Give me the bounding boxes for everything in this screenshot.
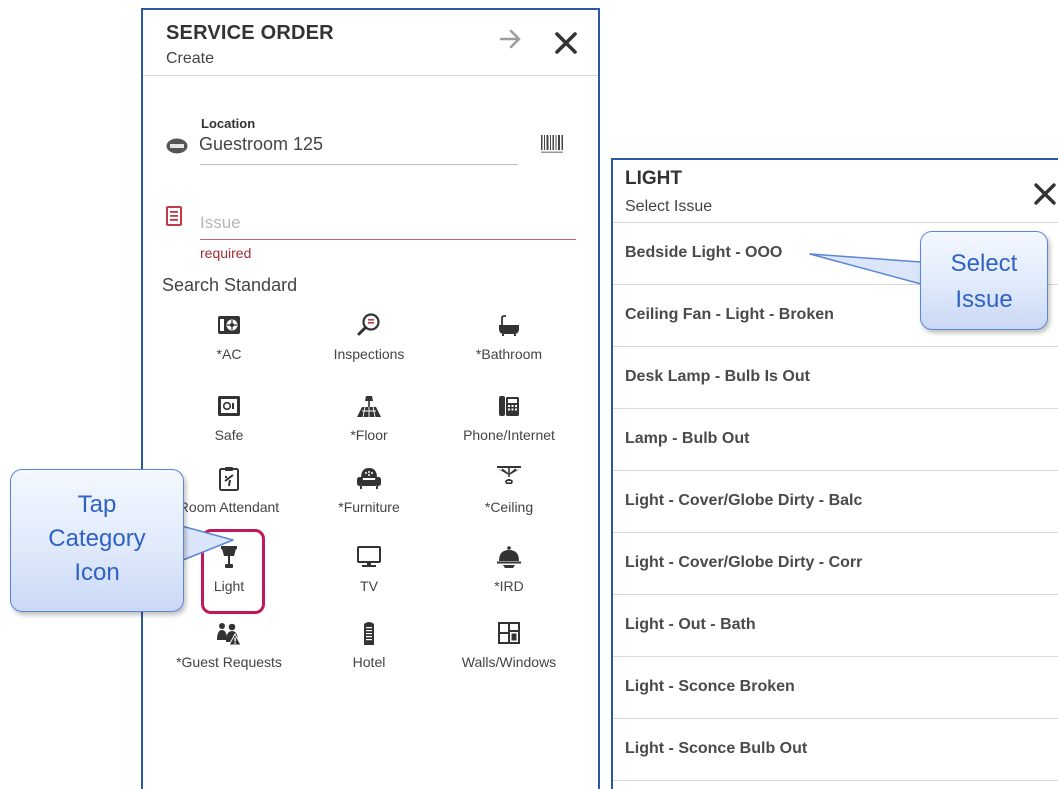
category-tv[interactable]: TV xyxy=(304,544,434,606)
document-icon xyxy=(166,206,182,226)
ac-unit-icon xyxy=(218,316,240,334)
category-label: Inspections xyxy=(333,346,405,362)
phone-icon xyxy=(499,396,519,416)
window-icon xyxy=(498,622,520,644)
tap-category-callout: Tap Category Icon xyxy=(10,469,184,612)
issue-label: Light - Cover/Globe Dirty - Corr xyxy=(625,554,863,571)
category-label: TV xyxy=(360,578,378,594)
page-title: SERVICE ORDER xyxy=(166,22,334,44)
category-label: Walls/Windows xyxy=(461,654,557,670)
issue-list-item[interactable]: Desk Lamp - Bulb Is Out xyxy=(613,347,1058,409)
category-hotel[interactable]: Hotel xyxy=(304,620,434,682)
callout-line: Tap xyxy=(77,491,117,518)
callout-line: Issue xyxy=(955,286,1013,313)
ceiling-fan-icon xyxy=(497,466,521,484)
category-walls-windows[interactable]: Walls/Windows xyxy=(444,620,574,682)
tv-icon xyxy=(357,546,381,567)
category-floor[interactable]: *Floor xyxy=(304,393,434,455)
issue-list-item[interactable]: Light - Cover/Globe Dirty - Corr xyxy=(613,533,1058,595)
issue-label: Lamp - Bulb Out xyxy=(625,430,750,447)
category-ac[interactable]: *AC xyxy=(164,312,294,374)
category-label: Phone/Internet xyxy=(463,427,555,443)
issue-list-item[interactable]: Light - Sconce Broken xyxy=(613,657,1058,719)
bathtub-icon xyxy=(499,315,519,336)
category-label: *Floor xyxy=(350,427,388,443)
category-label: *AC xyxy=(216,346,242,362)
category-inspections[interactable]: Inspections xyxy=(304,312,434,374)
category-label: Safe xyxy=(214,427,244,443)
category-label: *Ceiling xyxy=(484,499,534,515)
location-value[interactable]: Guestroom 125 xyxy=(199,134,323,155)
arrow-right-icon[interactable] xyxy=(498,26,524,52)
location-underline xyxy=(200,164,518,165)
select-issue-callout: Select Issue xyxy=(920,231,1048,330)
light-category-highlight xyxy=(201,529,265,614)
category-furniture[interactable]: *Furniture xyxy=(304,465,434,527)
service-order-panel: SERVICE ORDER Create Location Guestroom … xyxy=(141,8,600,789)
panel-subtitle: Select Issue xyxy=(625,198,713,215)
issue-list-item[interactable]: Light - Cover/Globe Dirty - Balc xyxy=(613,471,1058,533)
category-guest-requests[interactable]: *Guest Requests xyxy=(164,620,294,682)
barcode-icon[interactable] xyxy=(540,133,565,155)
category-safe[interactable]: Safe xyxy=(164,393,294,455)
location-label: Location xyxy=(201,116,256,131)
category-label: Hotel xyxy=(352,654,386,670)
required-error-text: required xyxy=(200,245,252,261)
category-label: *Guest Requests xyxy=(176,654,282,670)
cloche-icon xyxy=(497,546,521,568)
issue-label: Bedside Light - OOO xyxy=(625,244,783,261)
callout-line: Select xyxy=(950,250,1018,277)
search-standard-label: Search Standard xyxy=(162,275,298,295)
category-label: *Bathroom xyxy=(475,346,543,362)
issue-label: Light - Sconce Broken xyxy=(625,678,795,695)
issue-label: Desk Lamp - Bulb Is Out xyxy=(625,368,810,385)
callout-line: Icon xyxy=(74,559,120,586)
hotel-building-icon xyxy=(364,622,374,645)
issue-input[interactable] xyxy=(200,206,576,240)
issue-label: Light - Sconce Bulb Out xyxy=(625,740,808,757)
category-ceiling[interactable]: *Ceiling xyxy=(444,465,574,527)
close-icon[interactable] xyxy=(553,30,579,56)
issue-label: Light - Cover/Globe Dirty - Balc xyxy=(625,492,863,509)
service-order-header: SERVICE ORDER Create xyxy=(143,10,598,76)
guests-icon xyxy=(217,623,242,646)
category-label: *IRD xyxy=(494,578,524,594)
category-ird[interactable]: *IRD xyxy=(444,544,574,606)
issue-label: Light - Out - Bath xyxy=(625,616,756,633)
page-subtitle: Create xyxy=(166,50,215,67)
clipboard-icon xyxy=(219,467,239,491)
category-bathroom[interactable]: *Bathroom xyxy=(444,312,574,374)
issue-list-item[interactable]: Light - Out - Bath xyxy=(613,595,1058,657)
armchair-icon xyxy=(357,468,381,489)
issue-list-item[interactable]: Lamp - Bulb Out xyxy=(613,409,1058,471)
callout-line: Category xyxy=(48,525,146,552)
floor-lamp-icon xyxy=(357,396,381,418)
issue-list-item[interactable]: Light - Sconce Bulb Out xyxy=(613,719,1058,781)
category-label: *Furniture xyxy=(338,499,400,515)
select-issue-header: LIGHT Select Issue xyxy=(613,160,1058,223)
magnifier-icon xyxy=(357,313,380,336)
issue-label: Ceiling Fan - Light - Broken xyxy=(625,306,834,323)
panel-title: LIGHT xyxy=(625,168,682,189)
safe-icon xyxy=(218,396,240,416)
category-phone-internet[interactable]: Phone/Internet xyxy=(444,393,574,455)
close-icon[interactable] xyxy=(1033,182,1057,206)
room-number-icon xyxy=(166,138,188,154)
